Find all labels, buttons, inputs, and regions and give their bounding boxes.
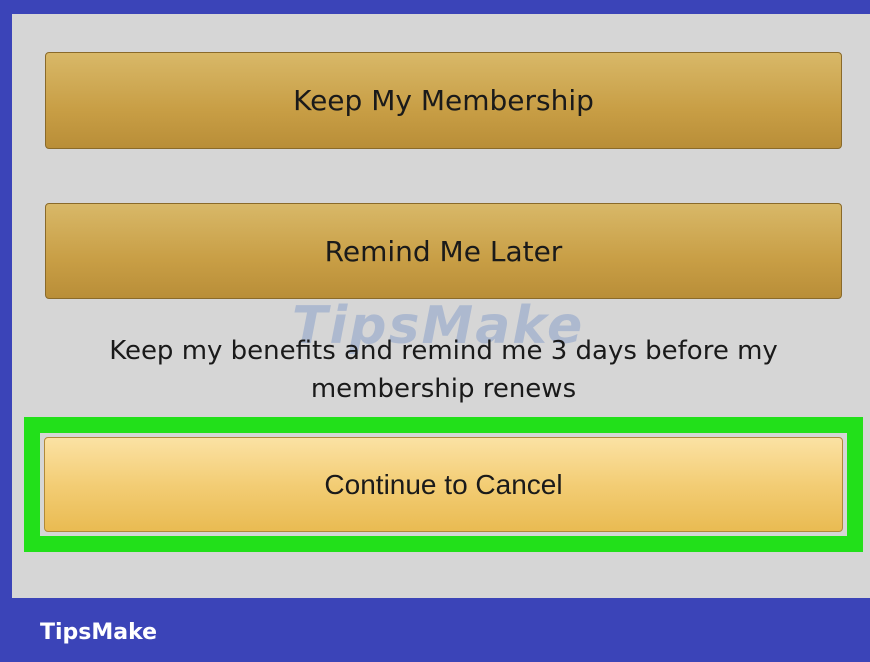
highlight-box: Continue to Cancel	[24, 417, 863, 552]
continue-to-cancel-button[interactable]: Continue to Cancel	[44, 437, 843, 532]
keep-membership-button[interactable]: Keep My Membership	[45, 52, 842, 149]
highlight-inner: Continue to Cancel	[40, 433, 847, 536]
footer-brand-logo: TipsMake	[40, 620, 158, 645]
remind-description: Keep my benefits and remind me 3 days be…	[109, 336, 778, 404]
cancel-membership-screen: Keep My Membership Remind Me Later TipsM…	[12, 14, 870, 598]
image-frame: Keep My Membership Remind Me Later TipsM…	[0, 0, 870, 662]
remind-me-later-button[interactable]: Remind Me Later	[45, 203, 842, 299]
